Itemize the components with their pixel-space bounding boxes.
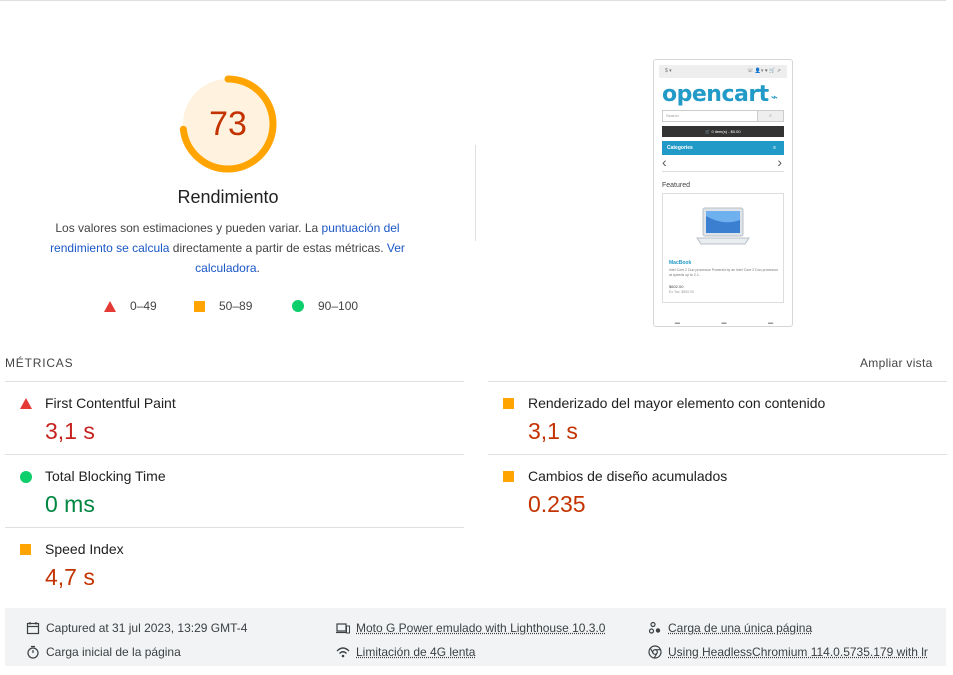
screenshot-bottom-bar: ▬ ▬ ▬ xyxy=(674,320,774,326)
laptop-image xyxy=(696,207,750,245)
performance-score: 73 xyxy=(209,105,247,143)
square-icon xyxy=(503,398,514,409)
metrics-heading: MÉTRICAS xyxy=(5,356,74,370)
screenshot-slider-arrows: ‹ › xyxy=(662,155,784,169)
metric-value: 0 ms xyxy=(45,491,95,517)
metric-value: 0.235 xyxy=(528,491,586,517)
captured-at: Captured at 31 jul 2023, 13:29 GMT-4 xyxy=(26,621,247,635)
score-description: Los valores son estimaciones y pueden va… xyxy=(40,218,415,278)
metric-tbt: Total Blocking Time 0 ms xyxy=(5,454,464,527)
search-icon: ⌕ xyxy=(757,111,783,121)
top-divider xyxy=(0,0,946,1)
legend-range-fail: 0–49 xyxy=(130,299,157,313)
metric-lcp: Renderizado del mayor elemento con conte… xyxy=(488,381,947,454)
legend-item-pass: 90–100 xyxy=(292,298,358,314)
screenshot-logo: opencart ⌁ xyxy=(662,82,778,107)
performance-gauge[interactable]: 73 xyxy=(178,74,278,174)
metric-si: Speed Index 4,7 s xyxy=(5,527,464,600)
chrome-icon xyxy=(648,645,662,659)
legend-item-fail: 0–49 xyxy=(104,298,157,314)
screenshot-product-card: MacBook Intel Core 2 Duo processor Power… xyxy=(662,193,784,303)
screenshot-topbar: $ ▾ ☏ 👤▾ ♥ 🛒 ⇗ xyxy=(659,65,787,78)
network-throttling[interactable]: Limitación de 4G lenta xyxy=(336,645,475,659)
runtime-settings: Captured at 31 jul 2023, 13:29 GMT-4 Car… xyxy=(5,608,946,666)
browser-text: Using HeadlessChromium 114.0.5735.179 wi… xyxy=(668,645,928,659)
cart-text: 0 item(s) - $0.00 xyxy=(711,129,741,134)
legend-range-average: 50–89 xyxy=(219,299,253,313)
screenshot-product-tax: Ex Tax: $500.00 xyxy=(669,290,695,294)
metric-value: 3,1 s xyxy=(528,418,578,444)
device-text: Moto G Power emulado with Lighthouse 10.… xyxy=(356,621,606,635)
search-placeholder: Search xyxy=(666,113,679,118)
single-page-text: Carga de una única página xyxy=(668,621,813,635)
categories-text: Categories xyxy=(667,145,693,151)
timer-icon xyxy=(27,645,39,659)
metric-value: 3,1 s xyxy=(45,418,95,444)
metric-name: First Contentful Paint xyxy=(45,395,176,411)
initial-load: Carga inicial de la página xyxy=(26,645,181,659)
wifi-icon xyxy=(336,647,350,658)
metric-name: Total Blocking Time xyxy=(45,468,166,484)
chevron-left-icon: ‹ xyxy=(662,154,667,170)
screenshot-featured: Featured xyxy=(662,182,691,189)
metric-cls: Cambios de diseño acumulados 0.235 xyxy=(488,454,947,527)
circle-icon xyxy=(292,300,304,312)
description-text-3: . xyxy=(256,261,260,275)
browser-version[interactable]: Using HeadlessChromium 114.0.5735.179 wi… xyxy=(648,645,928,659)
metric-name: Cambios de diseño acumulados xyxy=(528,468,728,484)
triangle-icon xyxy=(104,300,116,312)
cart-logo-icon: ⌁ xyxy=(770,90,778,104)
throttling-text: Limitación de 4G lenta xyxy=(356,645,476,659)
initial-load-text: Carga inicial de la página xyxy=(46,645,181,659)
metric-name: Speed Index xyxy=(45,541,124,557)
calendar-icon xyxy=(26,622,40,635)
gauge-title: Rendimiento xyxy=(177,187,279,207)
square-icon xyxy=(503,471,514,482)
circle-icon xyxy=(20,471,32,483)
logo-text: opencart xyxy=(662,82,769,107)
description-text-2: directamente a partir de estas métricas. xyxy=(169,241,387,255)
legend-range-pass: 90–100 xyxy=(318,299,359,313)
chevron-right-icon: › xyxy=(777,154,782,170)
metric-fcp: First Contentful Paint 3,1 s xyxy=(5,381,464,454)
screenshot-product-price: $602.00 xyxy=(669,284,684,289)
single-page-load[interactable]: Carga de una única página xyxy=(648,621,812,635)
captured-text: Captured at 31 jul 2023, 13:29 GMT-4 xyxy=(46,621,248,635)
device-emulation[interactable]: Moto G Power emulado with Lighthouse 10.… xyxy=(336,621,605,635)
triangle-icon xyxy=(20,398,32,409)
screenshot-product-desc: Intel Core 2 Duo processor Powered by an… xyxy=(669,268,778,277)
screenshot-search: Search ⌕ xyxy=(662,110,784,122)
metric-value: 4,7 s xyxy=(45,564,95,590)
expand-view-button[interactable]: Ampliar vista xyxy=(860,356,933,370)
square-icon xyxy=(194,300,205,312)
devices-icon xyxy=(336,623,350,634)
metric-name: Renderizado del mayor elemento con conte… xyxy=(528,395,826,411)
square-icon xyxy=(20,544,31,555)
people-icon xyxy=(648,621,661,634)
description-text-1: Los valores son estimaciones y pueden va… xyxy=(55,221,322,235)
legend-item-average: 50–89 xyxy=(194,298,252,314)
screenshot-categories: Categories ≡ xyxy=(662,141,784,155)
screenshot-cart: 🛒 0 item(s) - $0.00 xyxy=(662,126,784,137)
final-screenshot[interactable]: $ ▾ ☏ 👤▾ ♥ 🛒 ⇗ opencart ⌁ Search ⌕ 🛒 0 item… xyxy=(653,59,793,327)
menu-icon: ≡ xyxy=(773,145,776,151)
screenshot-divider xyxy=(662,171,784,172)
screenshot-product-name: MacBook xyxy=(669,260,692,266)
vertical-divider xyxy=(475,145,476,241)
